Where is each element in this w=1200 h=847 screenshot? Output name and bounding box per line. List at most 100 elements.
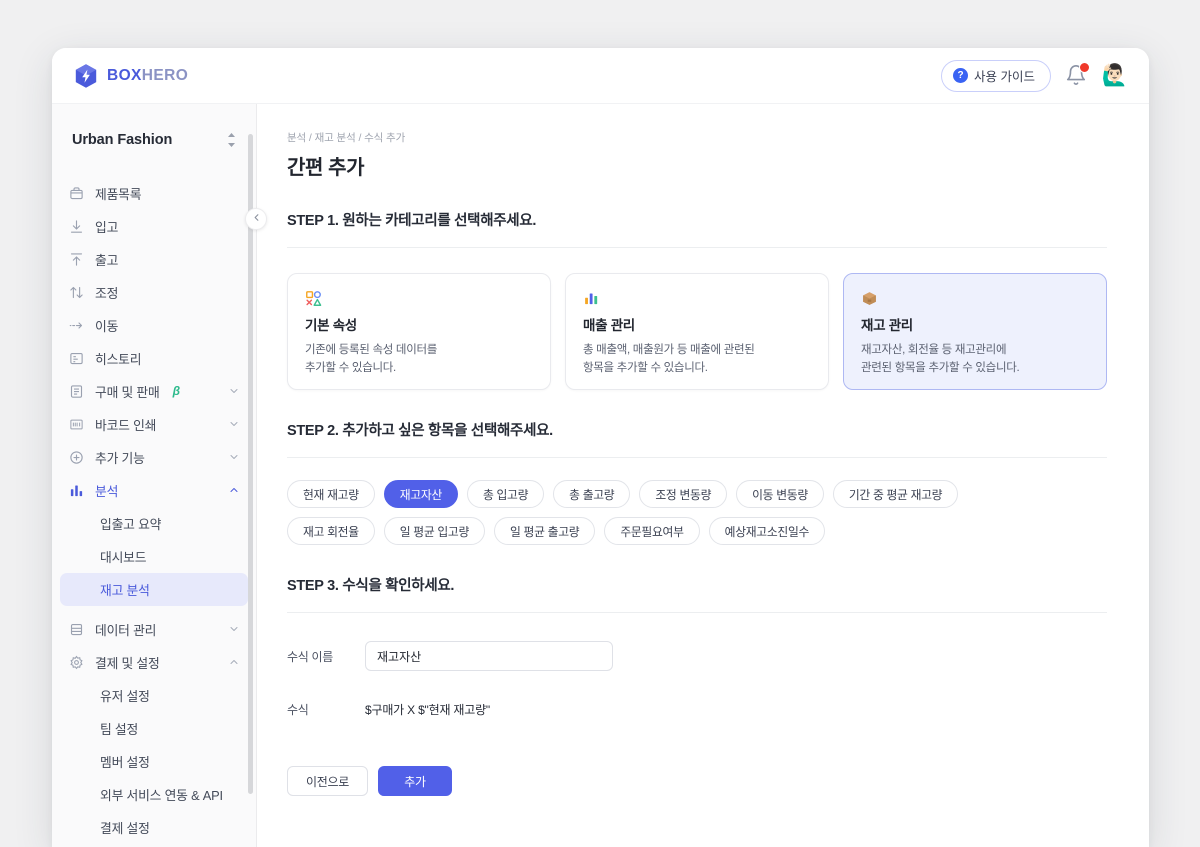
sidebar-subitem-user-settings[interactable]: 유저 설정 [60, 679, 248, 712]
chevron-down-icon [228, 418, 240, 430]
sidebar-subitem-label: 대시보드 [100, 547, 146, 566]
formula-expression-value: $구매가 X $"현재 재고량" [365, 701, 490, 718]
category-card-inventory-management[interactable]: 재고 관리 재고자산, 회전율 등 재고관리에 관련된 항목을 추가할 수 있습… [843, 273, 1107, 390]
category-card-title: 매출 관리 [583, 314, 811, 334]
back-button[interactable]: 이전으로 [287, 766, 368, 796]
beta-badge: β [173, 384, 180, 398]
category-card-desc: 기존에 등록된 속성 데이터를 추가할 수 있습니다. [305, 342, 533, 378]
user-guide-label: 사용 가이드 [974, 66, 1035, 85]
user-guide-button[interactable]: ? 사용 가이드 [941, 60, 1051, 92]
chevron-up-icon [228, 656, 240, 668]
top-bar: BOXHERO ? 사용 가이드 🙋🏻‍♂️ [52, 48, 1149, 104]
sidebar-subitem-label: 입출고 요약 [100, 514, 161, 533]
chip-current-stock[interactable]: 현재 재고량 [287, 480, 375, 508]
main-content: 분석 / 재고 분석 / 수식 추가 간편 추가 STEP 1. 원하는 카테고… [257, 104, 1149, 847]
sidebar-item-adjust[interactable]: 조정 [60, 276, 248, 309]
sidebar-item-label: 조정 [95, 283, 118, 302]
category-card-title: 기본 속성 [305, 314, 533, 334]
sidebar-item-history[interactable]: 히스토리 [60, 342, 248, 375]
arrow-right-dotted-icon [68, 317, 84, 333]
chip-inventory-turnover[interactable]: 재고 회전율 [287, 517, 375, 545]
sidebar-collapse-button[interactable] [245, 208, 267, 230]
formula-name-input[interactable] [365, 641, 613, 671]
package-box-icon [861, 290, 1089, 310]
chip-daily-avg-outbound[interactable]: 일 평균 출고량 [494, 517, 595, 545]
up-down-caret-icon [227, 133, 236, 148]
sidebar-subitem-label: 외부 서비스 연동 & API [100, 785, 223, 804]
sidebar-subitem-dashboard[interactable]: 대시보드 [60, 540, 248, 573]
category-card-desc: 총 매출액, 매출원가 등 매출에 관련된 항목을 추가할 수 있습니다. [583, 342, 811, 378]
sidebar-item-products[interactable]: 제품목록 [60, 177, 248, 210]
notification-badge [1079, 62, 1090, 73]
sidebar-subitem-label: 유저 설정 [100, 686, 150, 705]
sidebar-subitem-payment-settings[interactable]: 결제 설정 [60, 811, 248, 844]
plus-circle-icon [68, 449, 84, 465]
bar-chart-icon [583, 290, 811, 310]
sidebar-subitem-inventory-analysis[interactable]: 재고 분석 [60, 573, 248, 606]
sidebar-item-extra-features[interactable]: 추가 기능 [60, 441, 248, 474]
sidebar-item-label: 이동 [95, 316, 118, 335]
formula-expression-label: 수식 [287, 701, 365, 718]
chip-total-outbound[interactable]: 총 출고량 [553, 480, 630, 508]
chip-expected-depletion-days[interactable]: 예상재고소진일수 [709, 517, 825, 545]
chip-move-change[interactable]: 이동 변동량 [736, 480, 824, 508]
sidebar-item-analysis[interactable]: 분석 [60, 474, 248, 507]
sidebar-item-label: 분석 [95, 481, 118, 500]
workspace-selector[interactable]: Urban Fashion [58, 118, 250, 163]
sidebar-item-label: 결제 및 설정 [95, 653, 160, 672]
category-card-sales-management[interactable]: 매출 관리 총 매출액, 매출원가 등 매출에 관련된 항목을 추가할 수 있습… [565, 273, 829, 390]
sidebar-item-barcode-print[interactable]: 바코드 인쇄 [60, 408, 248, 441]
chip-inventory-asset[interactable]: 재고자산 [384, 480, 458, 508]
sidebar-item-inbound[interactable]: 입고 [60, 210, 248, 243]
add-button[interactable]: 추가 [378, 766, 452, 796]
sidebar-subitem-member-settings[interactable]: 멤버 설정 [60, 745, 248, 778]
sidebar-item-label: 히스토리 [95, 349, 141, 368]
arrows-up-down-icon [68, 284, 84, 300]
question-mark-icon: ? [953, 68, 968, 83]
chip-total-inbound[interactable]: 총 입고량 [467, 480, 544, 508]
sidebar-item-billing-settings[interactable]: 결제 및 설정 [60, 646, 248, 679]
category-card-basic-attributes[interactable]: 기본 속성 기존에 등록된 속성 데이터를 추가할 수 있습니다. [287, 273, 551, 390]
notification-bell-button[interactable] [1065, 64, 1087, 88]
workspace-name: Urban Fashion [72, 132, 172, 148]
sidebar-scrollbar[interactable] [248, 134, 253, 794]
sidebar-subitem-label: 재고 분석 [100, 580, 150, 599]
sidebar-subitem-integrations-api[interactable]: 외부 서비스 연동 & API [60, 778, 248, 811]
sidebar-item-purchase-sales[interactable]: 구매 및 판매 β [60, 375, 248, 408]
body: Urban Fashion 제품목록 입고 출고 [52, 104, 1149, 847]
divider [287, 247, 1107, 248]
sidebar-item-outbound[interactable]: 출고 [60, 243, 248, 276]
chevron-down-icon [228, 451, 240, 463]
chip-daily-avg-inbound[interactable]: 일 평균 입고량 [384, 517, 485, 545]
formula-name-row: 수식 이름 [287, 639, 1107, 673]
sidebar-subitem-team-settings[interactable]: 팀 설정 [60, 712, 248, 745]
sidebar-subitem-label: 팀 설정 [100, 719, 138, 738]
chip-adjust-change[interactable]: 조정 변동량 [639, 480, 727, 508]
divider [287, 612, 1107, 613]
form-actions: 이전으로 추가 [287, 766, 1107, 796]
brand-name-light: HERO [142, 67, 188, 84]
box-icon [68, 185, 84, 201]
brand-logo[interactable]: BOXHERO [74, 63, 188, 89]
sidebar: Urban Fashion 제품목록 입고 출고 [52, 104, 257, 847]
sidebar-subitem-label: 멤버 설정 [100, 752, 150, 771]
formula-expression-row: 수식 $구매가 X $"현재 재고량" [287, 692, 1107, 726]
shapes-icon [305, 290, 533, 310]
sidebar-subitem-inout-summary[interactable]: 입출고 요약 [60, 507, 248, 540]
sidebar-item-data-management[interactable]: 데이터 관리 [60, 613, 248, 646]
item-chip-list: 현재 재고량 재고자산 총 입고량 총 출고량 조정 변동량 이동 변동량 기간… [287, 480, 1017, 545]
chip-period-avg-stock[interactable]: 기간 중 평균 재고량 [833, 480, 958, 508]
category-card-title: 재고 관리 [861, 314, 1089, 334]
chip-order-needed[interactable]: 주문필요여부 [604, 517, 699, 545]
sidebar-subitem-label: 결제 설정 [100, 818, 150, 837]
avatar[interactable]: 🙋🏻‍♂️ [1101, 62, 1129, 90]
breadcrumb: 분석 / 재고 분석 / 수식 추가 [287, 130, 1107, 145]
chevron-left-icon [251, 210, 262, 228]
brand-name-bold: BOX [107, 67, 142, 84]
step3-heading: STEP 3. 수식을 확인하세요. [287, 574, 1107, 595]
category-card-desc: 재고자산, 회전율 등 재고관리에 관련된 항목을 추가할 수 있습니다. [861, 342, 1089, 378]
chevron-up-icon [228, 484, 240, 496]
formula-form: 수식 이름 수식 $구매가 X $"현재 재고량" [287, 639, 1107, 726]
document-icon [68, 383, 84, 399]
sidebar-item-move[interactable]: 이동 [60, 309, 248, 342]
